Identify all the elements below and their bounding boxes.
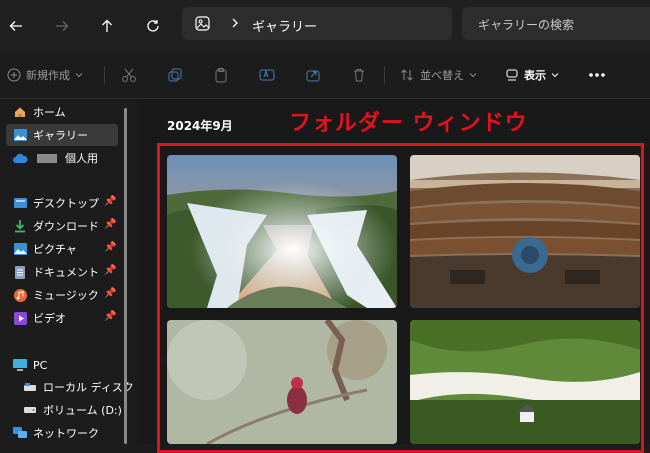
- pin-icon: 📌: [104, 311, 117, 322]
- annotation-label: フォルダー ウィンドウ: [289, 111, 528, 136]
- forward-button[interactable]: [49, 13, 75, 39]
- command-bar: 新規作成 並べ替え 表示: [0, 52, 650, 99]
- more-dots-icon: [589, 73, 605, 77]
- breadcrumb-gallery[interactable]: ギャラリー: [252, 16, 317, 35]
- forward-arrow-icon: [56, 21, 69, 31]
- pin-icon: 📌: [104, 265, 117, 276]
- sort-button[interactable]: 並べ替え: [399, 64, 478, 86]
- date-group-header: 2024年9月: [167, 119, 233, 133]
- pin-icon: 📌: [104, 219, 117, 230]
- network-icon: [12, 425, 28, 441]
- chevron-down-icon: [551, 73, 559, 78]
- download-icon: [12, 218, 28, 234]
- share-button[interactable]: [305, 64, 321, 86]
- sidebar-item-desktop[interactable]: デスクトップ 📌: [0, 192, 118, 214]
- sidebar-item-documents[interactable]: ドキュメント 📌: [0, 261, 118, 283]
- up-arrow-icon: [102, 19, 112, 32]
- video-icon: [12, 310, 28, 326]
- plus-circle-icon: [7, 68, 21, 82]
- pc-icon: [12, 357, 28, 373]
- trash-icon: [354, 69, 364, 82]
- redacted-block: [37, 153, 57, 163]
- sidebar-item-downloads[interactable]: ダウンロード 📌: [0, 215, 118, 237]
- sidebar-item-pictures[interactable]: ピクチャ 📌: [0, 238, 118, 260]
- back-button[interactable]: [3, 13, 29, 39]
- desktop-icon: [12, 195, 28, 211]
- home-icon: [12, 104, 28, 120]
- new-button[interactable]: 新規作成: [7, 64, 84, 86]
- chevron-down-icon: [469, 73, 477, 78]
- sidebar-item-pc[interactable]: PC: [0, 354, 118, 376]
- sort-icon: [401, 69, 413, 81]
- address-bar: ギャラリー ギャラリーの検索: [0, 0, 650, 52]
- breadcrumb[interactable]: ギャラリー: [182, 7, 452, 40]
- view-icon: [506, 69, 518, 81]
- music-icon: [12, 287, 28, 303]
- cut-icon: [122, 68, 136, 82]
- clipboard-icon: [215, 68, 227, 83]
- refresh-icon: [147, 20, 159, 32]
- pin-icon: 📌: [104, 242, 117, 253]
- sidebar-item-gallery[interactable]: ギャラリー: [6, 124, 118, 146]
- sidebar-item-music[interactable]: ミュージック 📌: [0, 284, 118, 306]
- copy-button[interactable]: [167, 64, 183, 86]
- rename-button[interactable]: [259, 64, 275, 86]
- gallery-icon: [195, 16, 210, 31]
- pin-icon: 📌: [104, 288, 117, 299]
- gallery-icon: [12, 127, 28, 143]
- delete-button[interactable]: [351, 64, 367, 86]
- drive-icon: [22, 402, 38, 418]
- sidebar-item-videos[interactable]: ビデオ 📌: [0, 307, 118, 329]
- navigation-pane: ホーム ギャラリー 個人用 デスクトップ 📌 ダウンロード 📌 ピクチャ 📌 ド…: [0, 99, 142, 444]
- more-options-button[interactable]: [588, 64, 606, 86]
- divider: [104, 66, 105, 84]
- view-button[interactable]: 表示: [505, 64, 560, 86]
- search-placeholder: ギャラリーの検索: [478, 18, 575, 32]
- cut-button[interactable]: [121, 64, 137, 86]
- chevron-down-icon: [75, 73, 83, 78]
- drive-icon: [22, 379, 38, 395]
- back-arrow-icon: [9, 21, 22, 31]
- divider: [384, 66, 385, 84]
- sidebar-item-local-disk[interactable]: ローカル ディスク (: [0, 376, 142, 398]
- gallery-view: 2024年9月 フォルダー ウィンドウ: [137, 99, 650, 453]
- pin-icon: 📌: [104, 196, 117, 207]
- paste-button[interactable]: [213, 64, 229, 86]
- refresh-button[interactable]: [140, 13, 166, 39]
- sidebar-item-home[interactable]: ホーム: [0, 101, 118, 123]
- up-button[interactable]: [94, 13, 120, 39]
- annotation-frame: [157, 143, 644, 453]
- search-input[interactable]: ギャラリーの検索: [462, 7, 650, 40]
- pictures-icon: [12, 241, 28, 257]
- sidebar-item-volume-d[interactable]: ボリューム (D:): [0, 399, 122, 421]
- sidebar-item-onedrive[interactable]: 個人用: [0, 147, 118, 169]
- document-icon: [12, 264, 28, 280]
- cloud-icon: [12, 150, 28, 166]
- share-icon: [306, 70, 320, 82]
- chevron-right-icon: [232, 18, 238, 28]
- rename-icon: [259, 69, 275, 81]
- copy-icon: [168, 68, 182, 82]
- sidebar-item-network[interactable]: ネットワーク: [0, 422, 118, 444]
- sidebar-scrollbar[interactable]: [124, 108, 127, 444]
